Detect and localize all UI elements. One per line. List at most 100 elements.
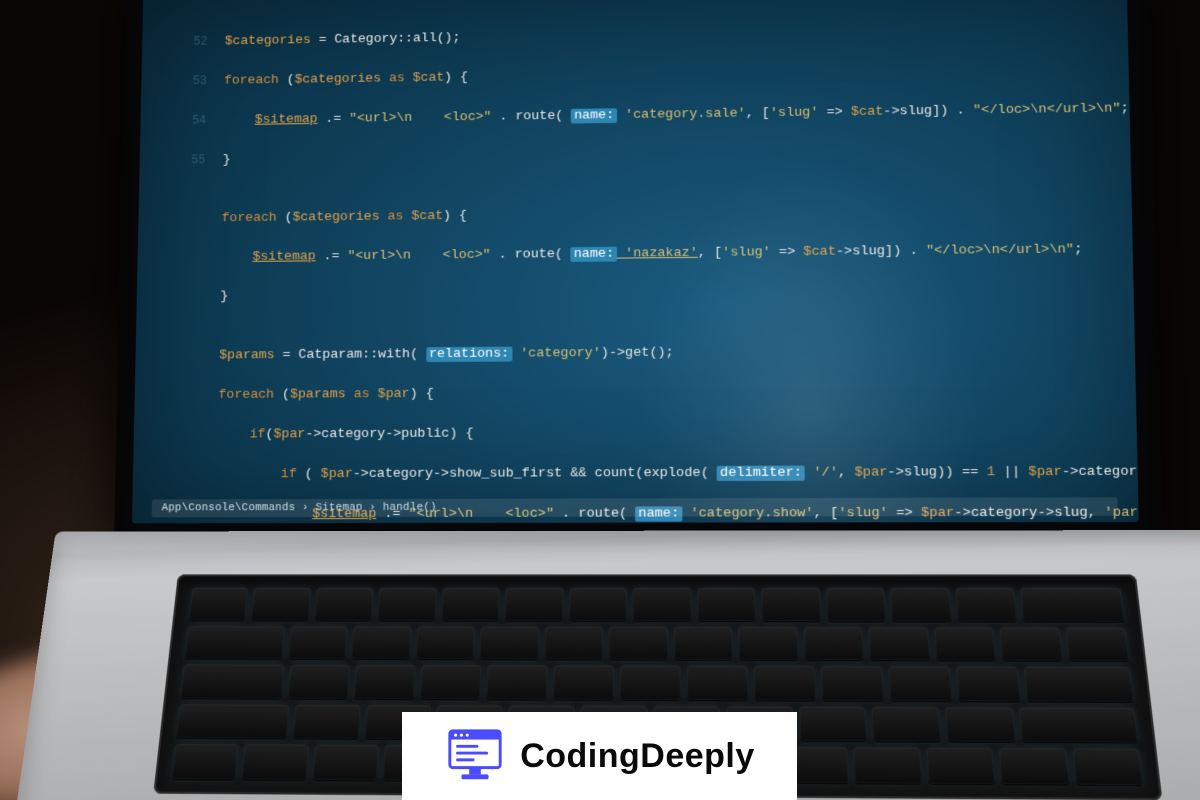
key[interactable]: [890, 588, 951, 621]
code-token: slug: [852, 244, 885, 259]
key[interactable]: [354, 665, 416, 699]
code-token: ]) .: [932, 103, 973, 118]
key[interactable]: [569, 588, 627, 621]
keyboard-row: [189, 588, 1125, 622]
code-token: $par: [378, 387, 410, 402]
key[interactable]: [761, 588, 821, 621]
key[interactable]: [869, 627, 930, 661]
key[interactable]: [609, 626, 668, 659]
code-token: ::: [362, 348, 378, 363]
code-token: public: [401, 427, 449, 442]
code-token: ) {: [410, 387, 434, 402]
key[interactable]: [315, 588, 374, 620]
code-token: (: [297, 467, 321, 482]
key[interactable]: [633, 588, 691, 621]
key[interactable]: [441, 588, 500, 621]
key[interactable]: [172, 744, 239, 779]
code-token: "<url>\n <loc>": [347, 248, 490, 264]
key[interactable]: [945, 707, 1015, 742]
key[interactable]: [934, 627, 996, 661]
key[interactable]: [1065, 627, 1129, 661]
code-token: 'category.sale': [617, 107, 746, 123]
key[interactable]: [189, 588, 249, 620]
editor-screen[interactable]: 52$categories = Category::all(); 53forea…: [132, 0, 1139, 523]
key[interactable]: [738, 627, 798, 661]
code-token: with: [378, 347, 410, 362]
code-token: ]) .: [885, 244, 926, 259]
code-token: .=: [317, 112, 349, 127]
named-arg-badge: delimiter:: [717, 466, 805, 481]
key[interactable]: [872, 707, 941, 742]
key[interactable]: [312, 745, 379, 780]
code-token: foreach: [218, 388, 274, 403]
code-token: $par: [1028, 465, 1062, 480]
code-token: ;: [1074, 242, 1083, 257]
code-token: show_sub_first: [449, 466, 562, 481]
code-token: 'slug': [770, 106, 819, 121]
code-token: $categories: [294, 72, 381, 88]
code-token: if: [281, 467, 297, 482]
key[interactable]: [553, 666, 614, 700]
named-arg-badge: name:: [571, 247, 617, 262]
key[interactable]: [1020, 588, 1124, 621]
line-number: 55: [178, 151, 205, 171]
key[interactable]: [956, 667, 1021, 701]
key[interactable]: [854, 748, 922, 784]
code-token: slug: [900, 104, 933, 119]
key[interactable]: [1072, 749, 1143, 785]
code-token: =: [311, 33, 335, 48]
key[interactable]: [697, 588, 756, 621]
key[interactable]: [505, 588, 563, 621]
watermark-text: CodingDeeply: [520, 737, 755, 776]
key[interactable]: [620, 666, 681, 700]
code-token: $params: [219, 348, 275, 363]
key[interactable]: [486, 665, 547, 699]
key[interactable]: [687, 666, 749, 700]
key[interactable]: [926, 748, 995, 784]
key[interactable]: [185, 626, 285, 659]
code-token: 1: [987, 465, 996, 480]
key[interactable]: [416, 626, 475, 659]
key[interactable]: [378, 588, 437, 621]
key[interactable]: [821, 666, 884, 700]
key[interactable]: [674, 627, 733, 660]
key[interactable]: [754, 666, 816, 700]
key[interactable]: [1000, 627, 1063, 661]
breadcrumb-statusbar[interactable]: App\Console\Commands › Sitemap › handle(…: [152, 497, 1118, 517]
code-token: .: [491, 248, 515, 263]
code-token: category: [1078, 465, 1138, 481]
laptop: 52$categories = Category::all(); 53forea…: [49, 0, 1200, 800]
key[interactable]: [480, 626, 539, 659]
code-token: =: [275, 348, 299, 363]
key[interactable]: [293, 705, 361, 740]
code-editor-content[interactable]: 52$categories = Category::all(); 53forea…: [170, 0, 1129, 523]
key[interactable]: [826, 588, 886, 621]
key[interactable]: [352, 626, 412, 659]
line-number: 53: [180, 71, 207, 91]
key[interactable]: [242, 745, 309, 780]
key[interactable]: [420, 665, 482, 699]
key[interactable]: [544, 626, 603, 659]
key[interactable]: [180, 665, 284, 699]
code-token: explode: [643, 466, 700, 481]
code-token: )->get();: [601, 346, 674, 361]
key[interactable]: [999, 749, 1069, 785]
key[interactable]: [176, 704, 289, 739]
code-token: ->: [836, 244, 852, 259]
key[interactable]: [1024, 667, 1133, 702]
key[interactable]: [1019, 707, 1138, 743]
key[interactable]: [288, 665, 350, 699]
key[interactable]: [252, 588, 312, 620]
key[interactable]: [955, 588, 1017, 621]
line-number: 52: [180, 32, 207, 52]
key[interactable]: [803, 627, 864, 661]
code-token: count: [595, 466, 636, 481]
code-token: foreach: [224, 73, 279, 88]
key[interactable]: [799, 707, 868, 742]
keyboard-row: [180, 665, 1133, 702]
key[interactable]: [889, 667, 953, 701]
code-token: ||: [995, 465, 1029, 480]
code-token: (: [701, 466, 717, 481]
key[interactable]: [288, 626, 348, 659]
code-token: "</loc>\n</url>\n": [926, 242, 1074, 258]
